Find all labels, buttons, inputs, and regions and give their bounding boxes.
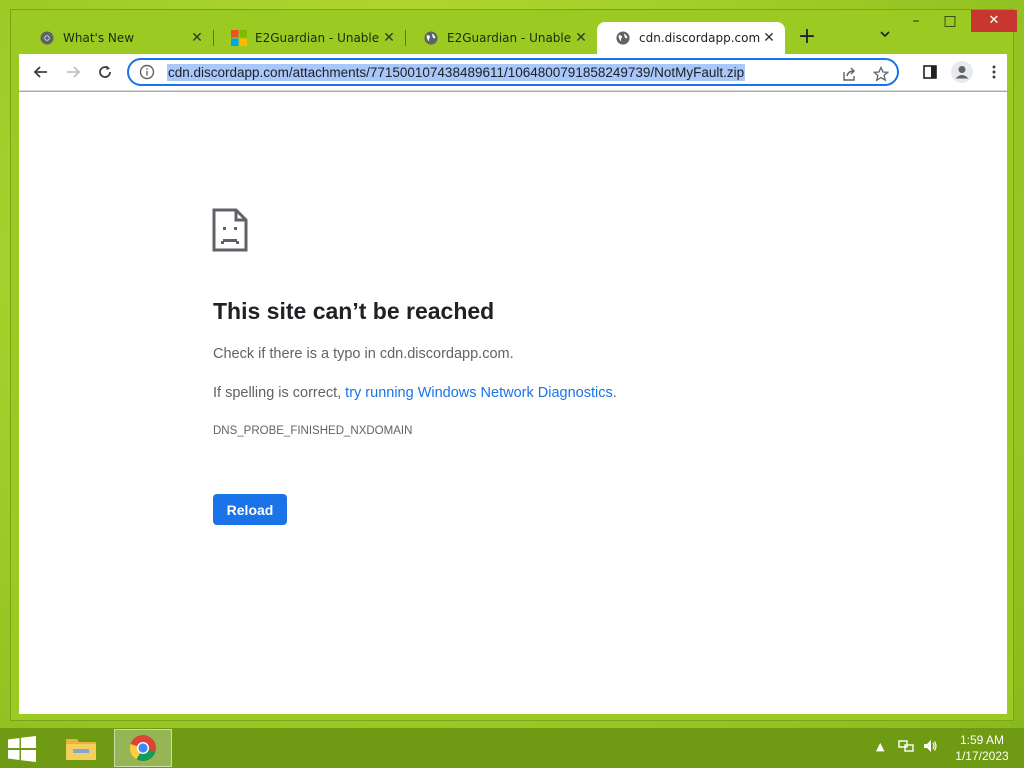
chrome-taskbar-icon[interactable] [114, 729, 172, 767]
reload-button[interactable]: Reload [213, 494, 287, 525]
file-explorer-icon[interactable] [52, 729, 110, 767]
tab-title: cdn.discordapp.com [639, 31, 761, 45]
tray-chevron-icon[interactable]: ▲ [876, 740, 884, 753]
chrome-icon [39, 30, 55, 46]
globe-icon [423, 30, 439, 46]
tab-title: E2Guardian - Unable to [447, 31, 573, 45]
tab-strip: What's New ✕ E2Guardian - Unable to ✕ E2… [11, 10, 1017, 54]
menu-kebab-icon[interactable] [980, 58, 1008, 86]
network-icon[interactable] [898, 738, 914, 757]
site-info-icon[interactable] [136, 64, 158, 80]
side-panel-icon[interactable] [916, 58, 944, 86]
clock-date: 1/17/2023 [955, 749, 1009, 763]
tab-whats-new[interactable]: What's New ✕ [21, 22, 214, 54]
browser-window: What's New ✕ E2Guardian - Unable to ✕ E2… [10, 9, 1017, 721]
share-icon[interactable] [839, 64, 859, 84]
diagnostics-hint: If spelling is correct, try running Wind… [213, 385, 617, 401]
taskbar: ▲ 1:59 AM 1/17/2023 [0, 728, 1024, 768]
forward-button[interactable] [59, 58, 87, 86]
page-content: This site can’t be reached Check if ther… [19, 92, 1007, 714]
globe-icon [615, 30, 631, 46]
clock-time: 1:59 AM [959, 733, 1005, 747]
browser-toolbar: cdn.discordapp.com/attachments/771500107… [19, 54, 1007, 91]
tab-title: E2Guardian - Unable to [255, 31, 381, 45]
reload-icon[interactable] [91, 58, 119, 86]
tab-close-icon[interactable]: ✕ [573, 30, 589, 46]
tab-close-icon[interactable]: ✕ [189, 30, 205, 46]
new-tab-button[interactable]: + [795, 26, 819, 50]
windows-start-icon[interactable] [8, 736, 38, 762]
volume-icon[interactable] [922, 738, 938, 757]
tab-title: What's New [63, 31, 135, 45]
tab-close-icon[interactable]: ✕ [761, 30, 777, 46]
error-title: This site can’t be reached [213, 298, 495, 324]
maximize-button[interactable]: □ [937, 10, 963, 32]
tab-e2guardian-1[interactable]: E2Guardian - Unable to ✕ [213, 22, 406, 54]
tab-e2guardian-2[interactable]: E2Guardian - Unable to ✕ [405, 22, 597, 54]
taskbar-clock[interactable]: 1:59 AM 1/17/2023 [952, 732, 1012, 764]
tab-cdn-discordapp[interactable]: cdn.discordapp.com ✕ [597, 22, 785, 54]
tab-close-icon[interactable]: ✕ [381, 30, 397, 46]
sad-page-icon [212, 208, 248, 256]
close-window-button[interactable]: ✕ [971, 10, 1017, 32]
typo-hint: Check if there is a typo in cdn.discorda… [213, 346, 514, 362]
back-button[interactable] [27, 58, 55, 86]
network-diagnostics-link[interactable]: try running Windows Network Diagnostics [345, 385, 613, 401]
bookmark-star-icon[interactable] [871, 64, 891, 84]
diagnostics-suffix: . [612, 385, 617, 401]
address-bar[interactable]: cdn.discordapp.com/attachments/771500107… [127, 58, 899, 86]
minimize-button[interactable]: – [903, 10, 929, 32]
diagnostics-prefix: If spelling is correct, [213, 385, 346, 401]
error-code: DNS_PROBE_FINISHED_NXDOMAIN [213, 425, 413, 437]
microsoft-icon [231, 30, 247, 46]
profile-avatar-icon[interactable] [948, 58, 976, 86]
tab-search-chevron-icon[interactable] [875, 28, 895, 48]
url-text[interactable]: cdn.discordapp.com/attachments/771500107… [167, 63, 746, 81]
